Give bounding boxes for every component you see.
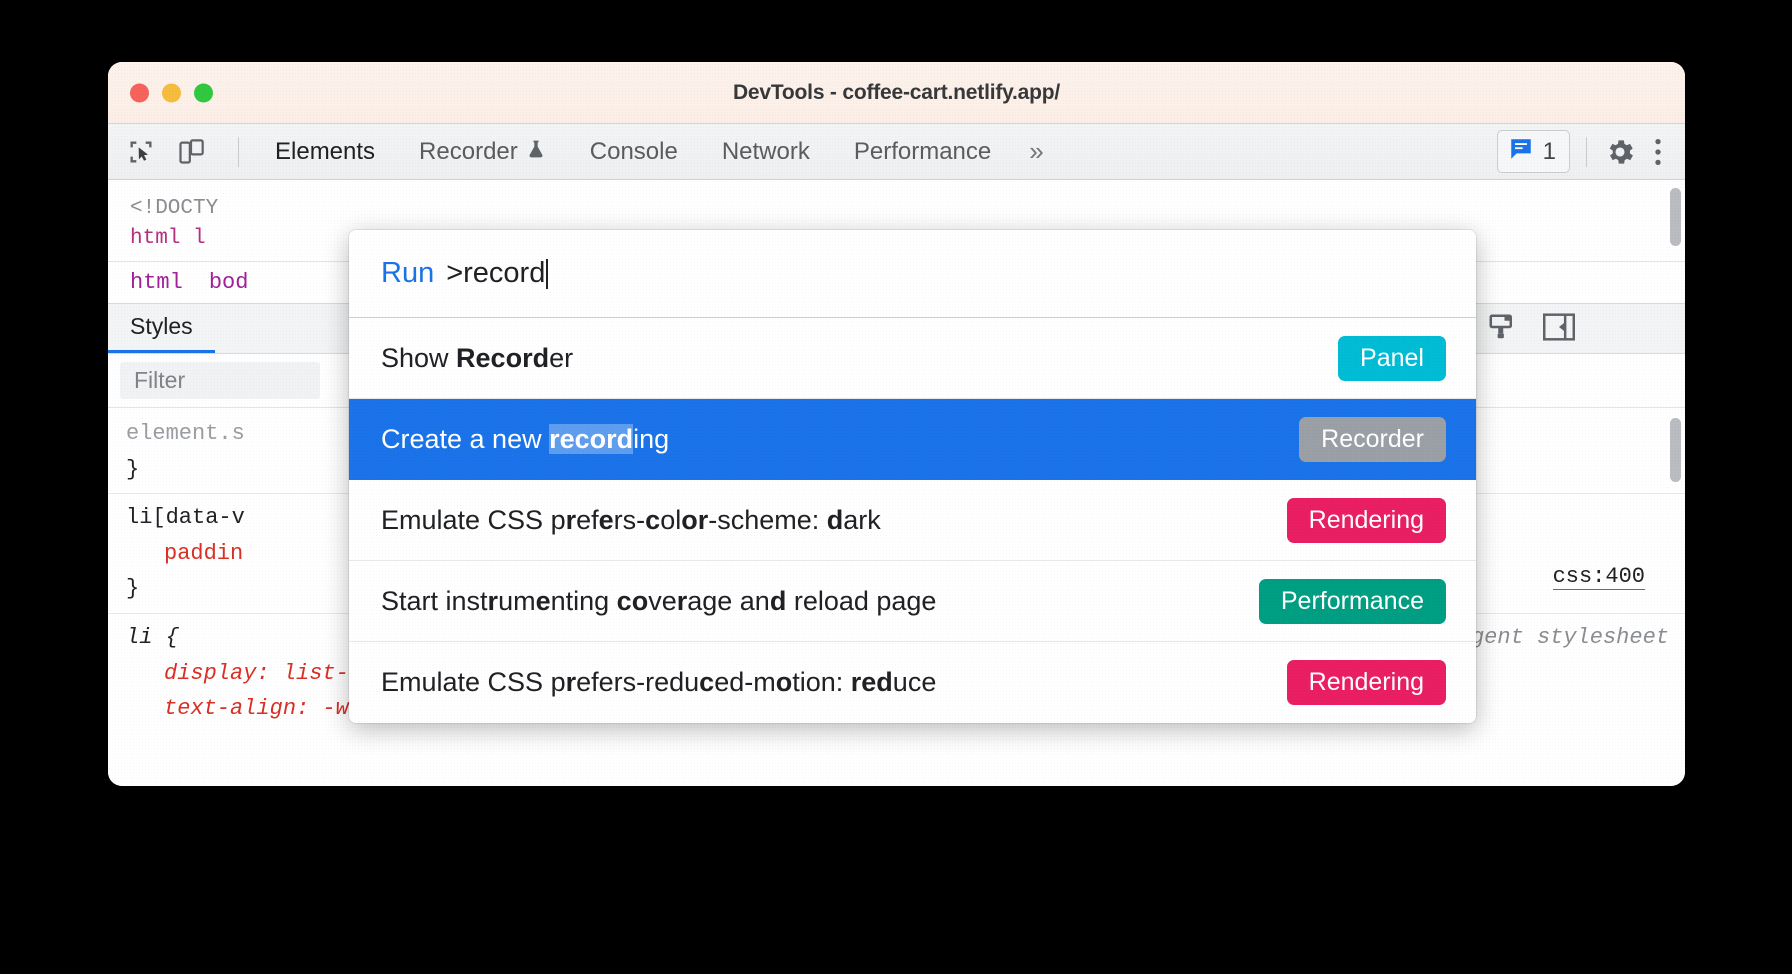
css-selector: element.s bbox=[126, 420, 245, 446]
command-palette-item-badge: Recorder bbox=[1299, 416, 1446, 462]
command-palette-item-label: Show Recorder bbox=[381, 342, 574, 373]
command-palette-item-badge: Rendering bbox=[1286, 497, 1446, 543]
scrollbar-vertical-top[interactable] bbox=[1670, 188, 1681, 246]
message-count-label: 1 bbox=[1542, 137, 1556, 165]
three-dot-menu-icon[interactable] bbox=[1641, 135, 1675, 169]
screenshot-canvas: DevTools - coffee-cart.netlify.app/ Elem… bbox=[0, 0, 1792, 974]
message-bubble-icon bbox=[1508, 136, 1534, 167]
traffic-light-buttons[interactable] bbox=[130, 83, 213, 102]
command-palette[interactable]: Run >record Show Recorder Panel Create a n… bbox=[349, 230, 1476, 723]
close-window-button[interactable] bbox=[130, 83, 149, 102]
text-cursor bbox=[546, 258, 549, 289]
command-palette-item-badge: Rendering bbox=[1286, 660, 1446, 705]
css-property[interactable]: paddin bbox=[126, 536, 243, 572]
dom-doctype-line: <!DOCTY bbox=[130, 197, 219, 220]
window-title-bar: DevTools - coffee-cart.netlify.app/ bbox=[108, 62, 1685, 124]
command-palette-input[interactable]: >record bbox=[446, 257, 545, 290]
tab-console-label: Console bbox=[589, 137, 678, 165]
maximize-window-button[interactable] bbox=[194, 83, 213, 102]
command-palette-input-row[interactable]: Run >record bbox=[349, 230, 1476, 318]
command-palette-prefix-label: Run bbox=[381, 257, 435, 289]
tab-performance-label: Performance bbox=[853, 137, 992, 165]
command-palette-item[interactable]: Create a new recording Recorder bbox=[349, 399, 1476, 480]
tab-styles[interactable]: Styles bbox=[108, 313, 215, 353]
command-palette-item[interactable]: Start instrumenting coverage and reload … bbox=[349, 561, 1476, 642]
styles-toolbar-icons bbox=[1487, 312, 1575, 347]
command-palette-item-label: Emulate CSS prefers-reduced-motion: redu… bbox=[381, 667, 937, 697]
toolbar-left-icons bbox=[108, 135, 253, 169]
tab-elements-label: Elements bbox=[275, 137, 376, 165]
toolbar-divider-right bbox=[1586, 136, 1587, 167]
breadcrumb-item-body[interactable]: bod bbox=[209, 270, 249, 295]
panel-tabs: Elements Recorder Console Network Perfor… bbox=[253, 132, 1057, 172]
css-selector-2: li[data-v bbox=[126, 505, 245, 531]
message-count-button[interactable]: 1 bbox=[1496, 130, 1570, 173]
more-tabs-chevron-icon[interactable]: » bbox=[1013, 136, 1056, 167]
command-palette-item-label: Create a new recording bbox=[381, 423, 670, 454]
experiment-flask-icon bbox=[526, 138, 546, 166]
gear-icon[interactable] bbox=[1603, 135, 1637, 169]
devtools-window: DevTools - coffee-cart.netlify.app/ Elem… bbox=[108, 62, 1685, 786]
css-source-400[interactable]: css:400 bbox=[1552, 564, 1645, 590]
command-palette-item[interactable]: Show Recorder Panel bbox=[349, 318, 1476, 399]
command-palette-item[interactable]: Emulate CSS prefers-color-scheme: dark Re… bbox=[349, 480, 1476, 561]
tab-console[interactable]: Console bbox=[568, 132, 700, 172]
toggle-sidebar-icon[interactable] bbox=[1543, 313, 1575, 346]
tab-network[interactable]: Network bbox=[700, 132, 832, 172]
command-palette-item[interactable]: Emulate CSS prefers-reduced-motion: redu… bbox=[349, 642, 1476, 723]
css-selector-3: li { bbox=[126, 625, 179, 650]
command-palette-item-badge: Panel bbox=[1338, 335, 1446, 381]
tab-performance[interactable]: Performance bbox=[832, 132, 1013, 172]
tab-recorder[interactable]: Recorder bbox=[397, 132, 568, 172]
minimize-window-button[interactable] bbox=[162, 83, 181, 102]
tab-recorder-label: Recorder bbox=[419, 137, 518, 165]
tab-network-label: Network bbox=[721, 137, 810, 165]
inspect-element-icon[interactable] bbox=[124, 135, 158, 169]
command-palette-item-label: Start instrumenting coverage and reload … bbox=[381, 585, 937, 616]
command-palette-results[interactable]: Show Recorder Panel Create a new recording… bbox=[349, 318, 1476, 723]
styles-filter-input[interactable]: Filter bbox=[120, 361, 320, 399]
breadcrumb-item-html[interactable]: html bbox=[130, 270, 183, 295]
new-style-rule-icon[interactable] bbox=[1487, 312, 1517, 347]
toolbar-divider bbox=[238, 136, 239, 167]
window-title: DevTools - coffee-cart.netlify.app/ bbox=[732, 80, 1061, 104]
scrollbar-vertical-main[interactable] bbox=[1670, 418, 1681, 482]
command-palette-item-label: Emulate CSS prefers-color-scheme: dark bbox=[381, 504, 881, 535]
device-toolbar-icon[interactable] bbox=[174, 135, 208, 169]
devtools-toolbar: Elements Recorder Console Network Perfor… bbox=[108, 124, 1685, 180]
toolbar-right-icons: 1 bbox=[1496, 124, 1675, 179]
command-palette-item-badge: Performance bbox=[1258, 578, 1446, 624]
tab-elements[interactable]: Elements bbox=[253, 132, 397, 172]
